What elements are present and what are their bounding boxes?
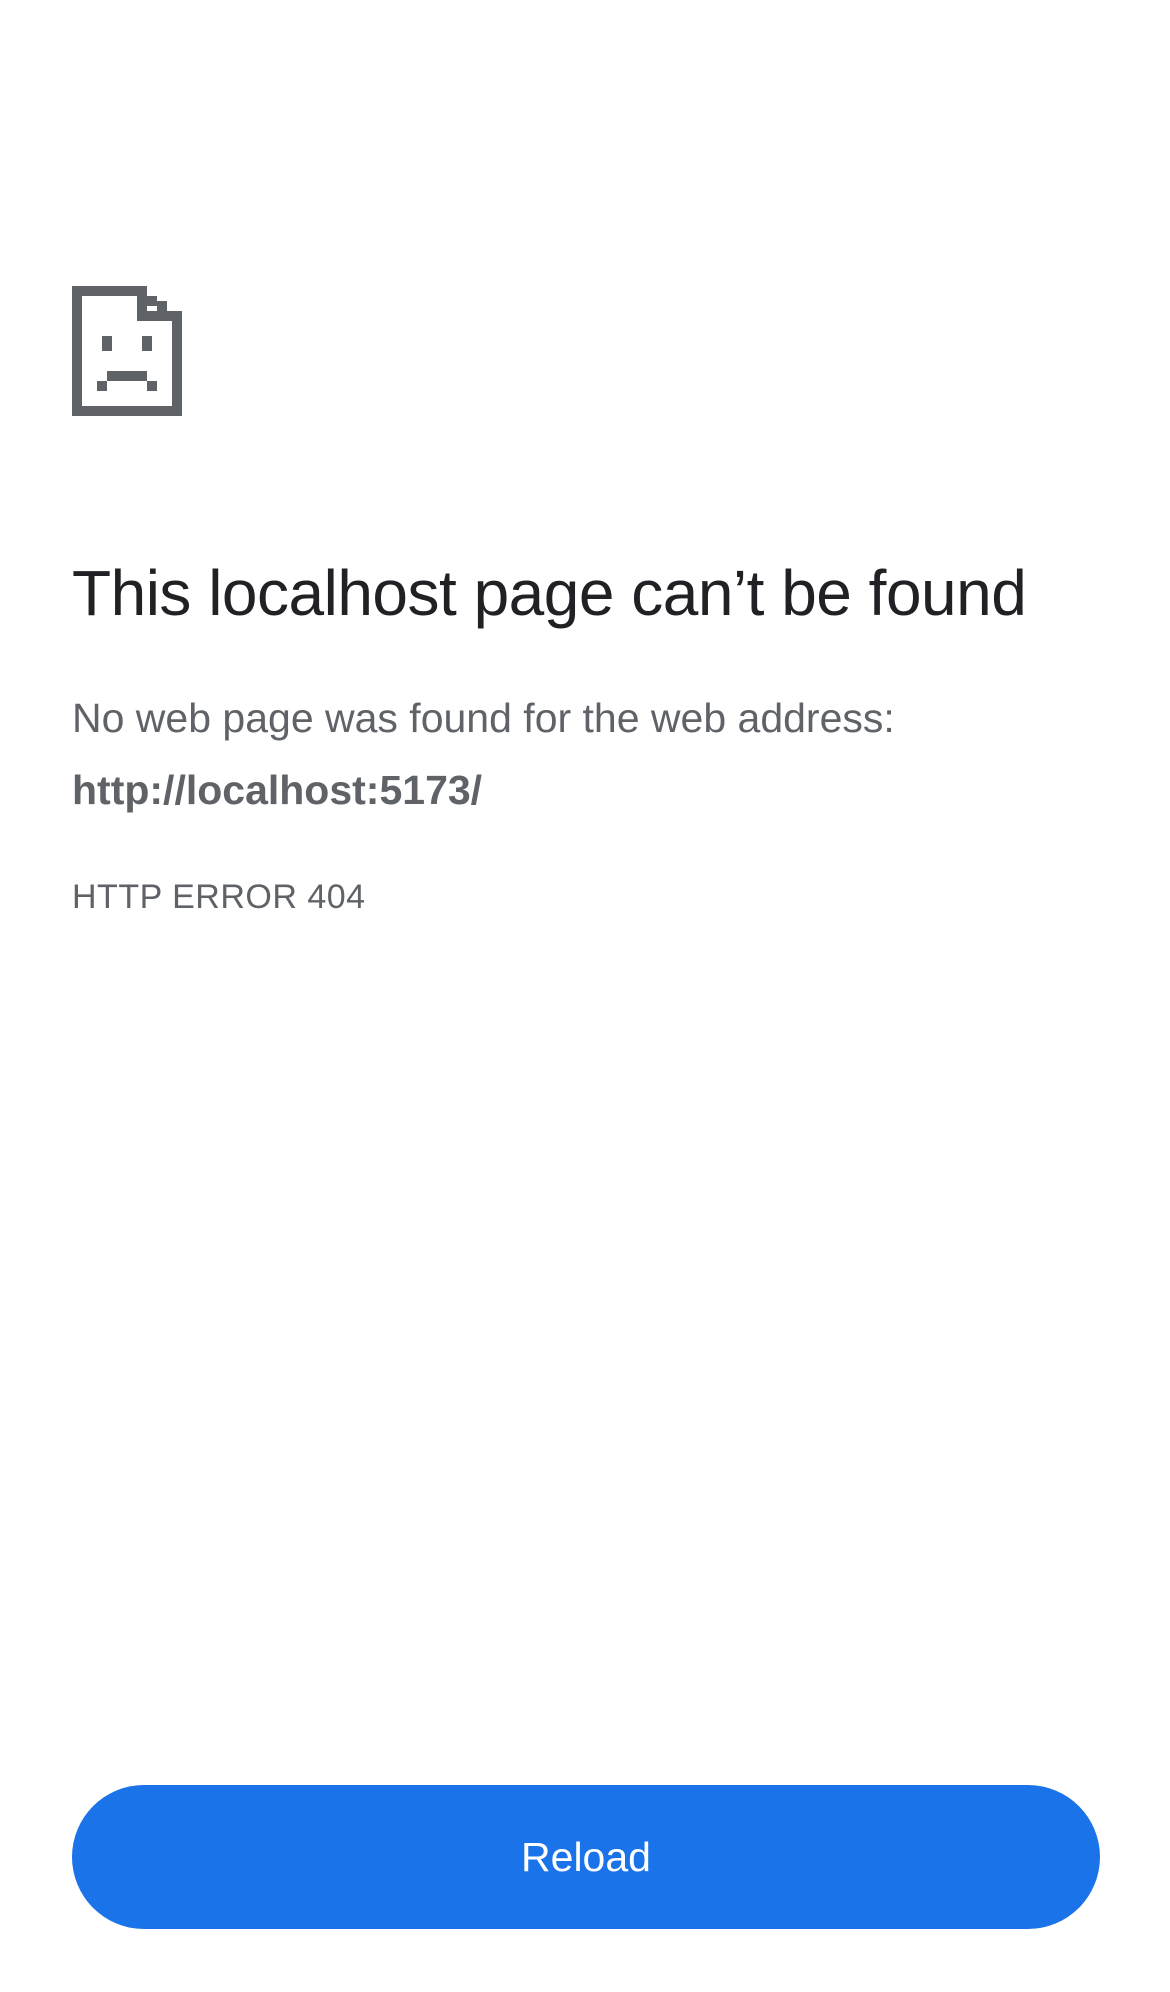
requested-url: http://localhost:5173/ bbox=[72, 767, 483, 813]
page-title: This localhost page can’t be found bbox=[72, 557, 1027, 629]
error-code: HTTP ERROR 404 bbox=[72, 878, 366, 916]
reload-button[interactable]: Reload bbox=[72, 1785, 1100, 1929]
sad-page-icon bbox=[72, 285, 182, 417]
error-description: No web page was found for the web addres… bbox=[72, 695, 895, 741]
